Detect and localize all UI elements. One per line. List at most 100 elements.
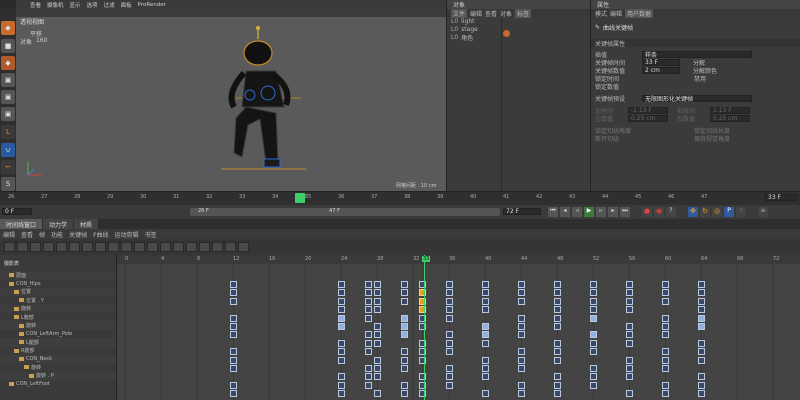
play-icon[interactable]: ▶ bbox=[584, 207, 594, 217]
objects-menu-edit[interactable]: 编辑 bbox=[470, 9, 482, 18]
key-time-field[interactable]: 33 F bbox=[642, 58, 680, 66]
keyframe[interactable] bbox=[446, 306, 453, 314]
objects-menu-file[interactable]: 文件 bbox=[451, 8, 468, 18]
keyframe[interactable] bbox=[518, 390, 525, 398]
menu-panel[interactable]: 面板 bbox=[121, 1, 132, 9]
dopesheet[interactable]: 0481216202428323336404448525660646872 33 bbox=[117, 255, 800, 400]
keyframe[interactable] bbox=[401, 348, 408, 356]
keyframe[interactable] bbox=[365, 381, 372, 389]
range-icon[interactable] bbox=[43, 242, 54, 252]
keyframe[interactable] bbox=[374, 306, 381, 314]
keyframe[interactable] bbox=[626, 289, 633, 297]
keyframe[interactable] bbox=[626, 297, 633, 305]
keyframe[interactable] bbox=[374, 365, 381, 372]
prev-frame-icon[interactable]: ◃ bbox=[572, 207, 582, 217]
keyframe[interactable] bbox=[365, 306, 372, 314]
keyframe[interactable] bbox=[365, 281, 372, 288]
keyframe[interactable] bbox=[554, 323, 561, 330]
keyframe[interactable] bbox=[401, 314, 408, 322]
keyframe[interactable] bbox=[374, 323, 381, 330]
keyframe[interactable] bbox=[518, 289, 525, 297]
object-row[interactable]: L0 light bbox=[447, 17, 497, 25]
keyframe[interactable] bbox=[698, 323, 705, 330]
keyframe[interactable] bbox=[482, 297, 489, 305]
keyframe[interactable] bbox=[662, 314, 669, 322]
keyframe[interactable] bbox=[365, 365, 372, 372]
preset-select[interactable]: 无限图形化关键帧 bbox=[642, 94, 752, 103]
keyframe[interactable] bbox=[590, 281, 597, 288]
tree-row[interactable]: CON_LeftArm_Pole bbox=[0, 330, 116, 338]
keyframe[interactable] bbox=[590, 297, 597, 305]
keyframe[interactable] bbox=[662, 281, 669, 288]
tlmenu-edit[interactable]: 编辑 bbox=[3, 230, 15, 239]
keyframe[interactable] bbox=[698, 314, 705, 322]
keyframe[interactable] bbox=[590, 314, 597, 322]
menu-display[interactable]: 显示 bbox=[70, 1, 81, 9]
keyframe[interactable] bbox=[518, 281, 525, 288]
keyframe[interactable] bbox=[230, 281, 237, 288]
keyframe[interactable] bbox=[518, 323, 525, 330]
keyframe[interactable] bbox=[518, 314, 525, 322]
objects-menu-object[interactable]: 对象 bbox=[500, 9, 512, 18]
record-icon[interactable]: ● bbox=[642, 207, 652, 217]
rotate-key-icon[interactable]: ↻ bbox=[700, 207, 710, 217]
ghost-icon[interactable] bbox=[238, 242, 249, 252]
tlmenu-bookmark[interactable]: 书签 bbox=[145, 230, 157, 239]
keyframe[interactable] bbox=[590, 348, 597, 356]
keyframe[interactable] bbox=[365, 289, 372, 297]
tlmenu-motion[interactable]: 运动剪辑 bbox=[115, 230, 139, 239]
goto-end-icon[interactable]: ⏭ bbox=[620, 207, 630, 217]
cube-tool-icon[interactable]: ◆ bbox=[1, 21, 15, 35]
keyframe[interactable] bbox=[554, 356, 561, 364]
tlmenu-fcurve[interactable]: F曲线 bbox=[93, 230, 108, 239]
keyframe[interactable] bbox=[482, 289, 489, 297]
keyframe[interactable] bbox=[338, 339, 345, 347]
keyframe-icon[interactable] bbox=[160, 242, 171, 252]
tlmenu-function[interactable]: 功能 bbox=[51, 230, 63, 239]
fit-icon[interactable] bbox=[56, 242, 67, 252]
keyframe[interactable] bbox=[518, 331, 525, 339]
keyframe[interactable] bbox=[374, 281, 381, 288]
keyframe[interactable] bbox=[401, 365, 408, 372]
keyframe[interactable] bbox=[401, 323, 408, 330]
keyframe[interactable] bbox=[401, 390, 408, 398]
keyframe[interactable] bbox=[230, 356, 237, 364]
keyframe[interactable] bbox=[482, 331, 489, 339]
keyframe[interactable] bbox=[338, 356, 345, 364]
keyframe[interactable] bbox=[374, 356, 381, 364]
ease-out-icon[interactable] bbox=[121, 242, 132, 252]
keyframe[interactable] bbox=[365, 373, 372, 381]
keyframe[interactable] bbox=[518, 365, 525, 372]
keyframe[interactable] bbox=[554, 348, 561, 356]
key-value-field[interactable]: 2 cm bbox=[642, 66, 680, 74]
keyframe[interactable] bbox=[230, 289, 237, 297]
floor-icon[interactable]: ⌐ bbox=[1, 160, 15, 174]
keyframe[interactable] bbox=[401, 289, 408, 297]
tree-row[interactable]: CON_LeftFoot bbox=[0, 380, 116, 388]
keyframe[interactable] bbox=[230, 297, 237, 305]
keyframe-icon[interactable]: ? bbox=[666, 207, 676, 217]
keyframe[interactable] bbox=[365, 339, 372, 347]
solo-icon[interactable] bbox=[212, 242, 223, 252]
object-row[interactable]: L0 角色 bbox=[447, 33, 497, 42]
goto-start-icon[interactable]: ⏮ bbox=[548, 207, 558, 217]
keyframe[interactable] bbox=[554, 297, 561, 305]
keyframe[interactable] bbox=[374, 373, 381, 381]
layer-icon[interactable] bbox=[173, 242, 184, 252]
keyframe[interactable] bbox=[626, 365, 633, 372]
keyframe[interactable] bbox=[401, 297, 408, 305]
tag-icon[interactable] bbox=[503, 30, 510, 37]
keyframe[interactable] bbox=[626, 281, 633, 288]
keyframe[interactable] bbox=[626, 390, 633, 398]
menu-filter[interactable]: 过滤 bbox=[104, 1, 115, 9]
keyframe[interactable] bbox=[626, 323, 633, 330]
keyframe[interactable] bbox=[518, 297, 525, 305]
keyframe[interactable] bbox=[374, 390, 381, 398]
keyframe[interactable] bbox=[626, 306, 633, 314]
keyframe[interactable] bbox=[590, 289, 597, 297]
axis-tool-icon[interactable]: L bbox=[1, 125, 15, 139]
keyframe[interactable] bbox=[662, 331, 669, 339]
pointer-icon[interactable] bbox=[4, 242, 15, 252]
keyframe[interactable] bbox=[365, 331, 372, 339]
keyframe[interactable] bbox=[554, 314, 561, 322]
